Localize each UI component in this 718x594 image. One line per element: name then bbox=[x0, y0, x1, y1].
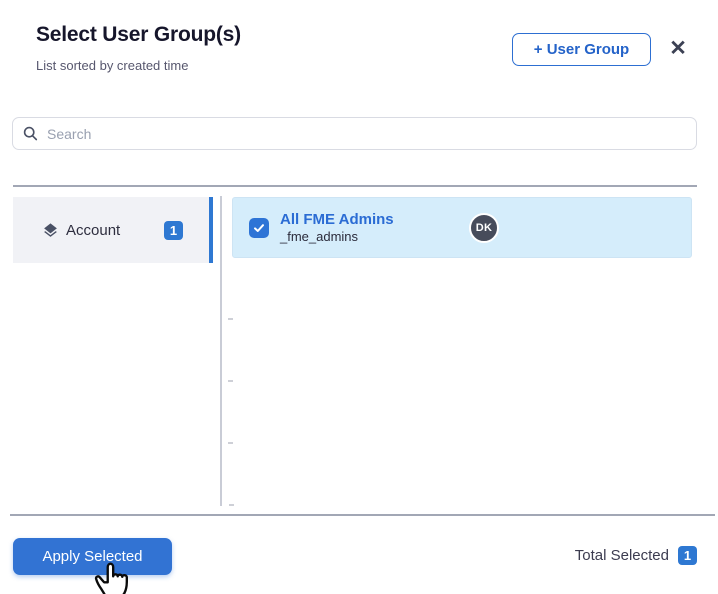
group-name: All FME Admins bbox=[280, 211, 394, 228]
account-count-badge: 1 bbox=[164, 220, 183, 240]
group-list-item[interactable]: All FME Admins _fme_admins DK bbox=[232, 197, 692, 258]
group-checkbox[interactable] bbox=[249, 217, 269, 238]
total-selected-wrap: Total Selected 1 bbox=[575, 546, 697, 565]
sort-info-text: List sorted by created time bbox=[36, 58, 189, 73]
sidebar-item-account[interactable]: Account 1 bbox=[13, 197, 212, 263]
panel-divider bbox=[220, 196, 222, 506]
footer-divider bbox=[10, 514, 715, 516]
sidebar-item-label: Account bbox=[66, 221, 121, 239]
search-input[interactable] bbox=[47, 125, 686, 142]
add-user-group-label: + User Group bbox=[533, 41, 630, 58]
list-placeholder-dot bbox=[228, 442, 233, 444]
sidebar-active-indicator bbox=[209, 197, 213, 263]
total-selected-label: Total Selected bbox=[574, 547, 669, 564]
add-user-group-button[interactable]: + User Group bbox=[512, 33, 651, 66]
checkmark-icon bbox=[254, 223, 264, 232]
page-title: Select User Group(s) bbox=[36, 23, 241, 46]
close-button[interactable]: ✕ bbox=[664, 34, 692, 62]
group-id: _fme_admins bbox=[280, 229, 359, 244]
group-text-block: All FME Admins _fme_admins bbox=[280, 211, 394, 244]
list-placeholder-dot bbox=[228, 380, 233, 382]
layers-icon bbox=[42, 222, 59, 239]
search-box[interactable] bbox=[12, 117, 697, 150]
select-user-group-dialog: Select User Group(s) List sorted by crea… bbox=[0, 0, 718, 594]
search-icon bbox=[23, 126, 38, 141]
list-placeholder-dot bbox=[229, 504, 234, 506]
total-selected-badge: 1 bbox=[678, 546, 697, 565]
close-icon: ✕ bbox=[669, 36, 687, 60]
avatar: DK bbox=[469, 213, 499, 243]
header-divider bbox=[13, 185, 697, 187]
apply-selected-button[interactable]: Apply Selected bbox=[13, 538, 172, 575]
apply-selected-label: Apply Selected bbox=[42, 548, 143, 565]
list-placeholder-dot bbox=[228, 318, 233, 320]
